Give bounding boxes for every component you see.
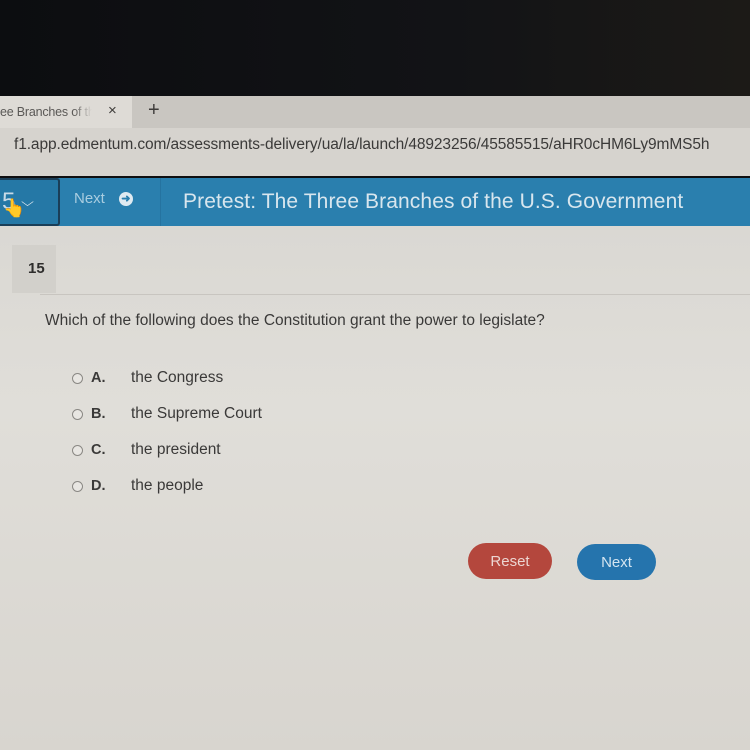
header-divider: [160, 178, 161, 226]
new-tab-icon[interactable]: +: [148, 100, 160, 120]
radio-button[interactable]: [72, 444, 83, 456]
choice-d[interactable]: D. the people: [72, 468, 262, 504]
choice-text: the president: [131, 441, 221, 458]
choice-letter: D.: [91, 478, 106, 494]
url-text[interactable]: f1.app.edmentum.com/assessments-delivery…: [14, 136, 710, 154]
reset-button[interactable]: Reset: [468, 543, 552, 579]
question-selector-dropdown[interactable]: 5 ⌵ 👆: [0, 178, 60, 226]
answer-choices: A. the Congress B. the Supreme Court C. …: [72, 360, 262, 504]
divider: [40, 294, 750, 295]
browser-tab-strip: ee Branches of the ×: [0, 96, 750, 128]
app-header: 5 ⌵ 👆 Next ➜ Pretest: The Three Branches…: [0, 178, 750, 226]
page-title: Pretest: The Three Branches of the U.S. …: [183, 190, 684, 213]
choice-letter: A.: [91, 370, 106, 386]
choice-text: the people: [131, 477, 204, 494]
tab-title: ee Branches of the: [0, 105, 92, 119]
choice-text: the Supreme Court: [131, 405, 262, 422]
radio-button[interactable]: [72, 372, 83, 384]
header-next-label: Next: [74, 190, 105, 207]
monitor-bezel: [0, 0, 750, 96]
arrow-right-circle-icon: ➜: [118, 191, 133, 206]
question-panel: 15 Which of the following does the Const…: [0, 226, 750, 750]
next-button[interactable]: Next: [577, 544, 656, 580]
hand-cursor-icon: 👆: [3, 198, 26, 218]
close-icon[interactable]: ×: [108, 102, 117, 119]
choice-c[interactable]: C. the president: [72, 432, 262, 468]
header-next-button[interactable]: Next ➜: [74, 190, 133, 207]
radio-button[interactable]: [72, 480, 83, 492]
choice-b[interactable]: B. the Supreme Court: [72, 396, 262, 432]
question-text: Which of the following does the Constitu…: [45, 312, 545, 329]
radio-button[interactable]: [72, 408, 83, 420]
choice-text: the Congress: [131, 369, 224, 386]
address-bar[interactable]: f1.app.edmentum.com/assessments-delivery…: [0, 128, 750, 176]
browser-tab[interactable]: ee Branches of the ×: [0, 96, 132, 128]
choice-letter: B.: [91, 406, 106, 422]
choice-letter: C.: [91, 442, 106, 458]
question-number: 15: [28, 260, 45, 277]
choice-a[interactable]: A. the Congress: [72, 360, 262, 396]
